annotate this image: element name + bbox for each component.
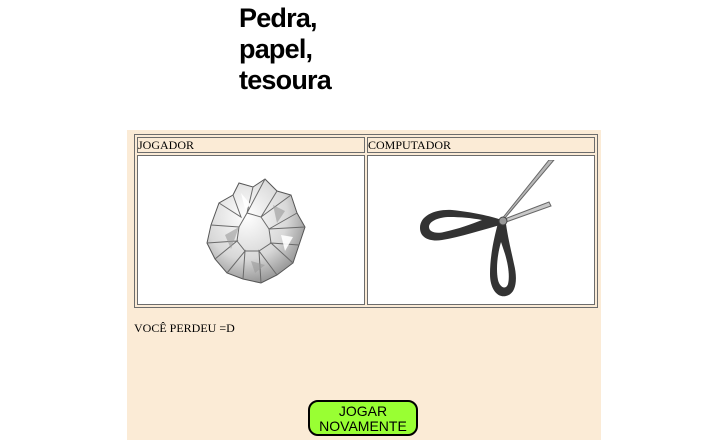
game-table: JOGADOR COMPUTADOR <box>134 134 598 308</box>
play-again-button[interactable]: JOGAR NOVAMENTE <box>308 400 418 436</box>
player-choice-cell <box>137 155 365 305</box>
title-line-1: Pedra, <box>239 3 318 33</box>
scissors-icon <box>420 160 555 297</box>
play-again-line-2: NOVAMENTE <box>319 418 407 434</box>
computer-header: COMPUTADOR <box>367 137 595 153</box>
result-text: VOCÊ PERDEU =D <box>134 321 235 335</box>
computer-choice-cell <box>367 155 595 305</box>
title-line-2: papel, <box>239 34 313 64</box>
page-title: Pedra, papel, tesoura <box>239 3 439 96</box>
game-panel: JOGADOR COMPUTADOR VOCÊ PERDEU =D JOGAR … <box>127 130 601 440</box>
play-again-line-1: JOGAR <box>338 403 388 419</box>
crumpled-paper-icon <box>206 178 306 284</box>
title-line-3: tesoura <box>239 65 332 95</box>
player-header: JOGADOR <box>137 137 365 153</box>
